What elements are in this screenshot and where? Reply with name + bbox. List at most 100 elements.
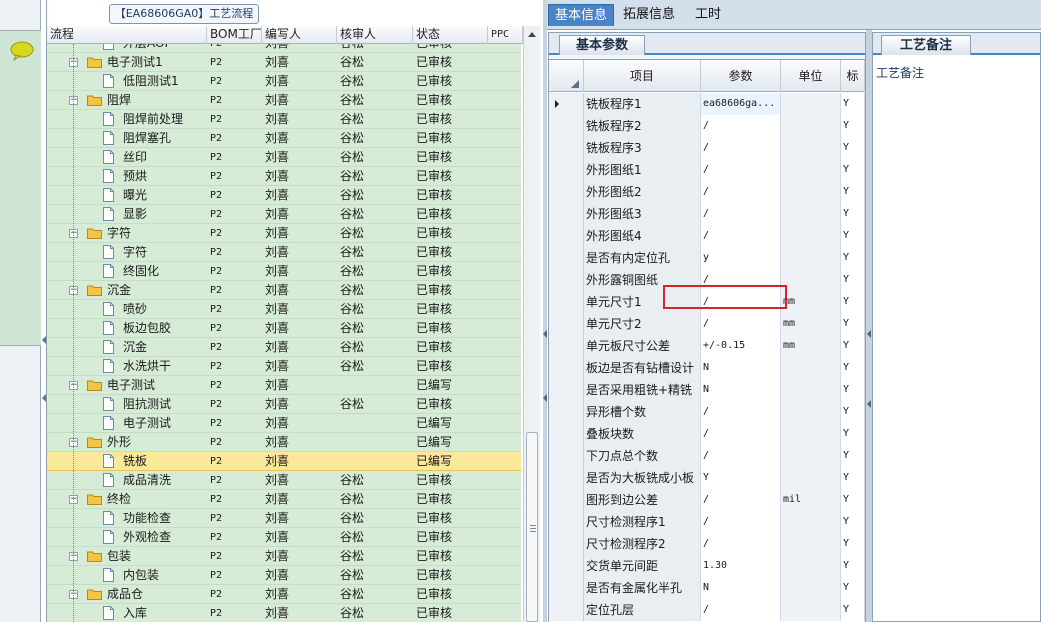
splitter-arrow-icon[interactable] [867,330,871,338]
param-row[interactable]: 铣板程序2/ Y [549,115,865,137]
tree-row[interactable]: 阻焊塞孔 P2 刘喜 谷松 已审核 [47,129,521,148]
splitter-arrow-icon[interactable] [543,394,547,402]
param-row[interactable]: 单元尺寸2/mm Y [549,313,865,335]
param-flag-cell[interactable]: Y [841,511,865,533]
param-row[interactable]: 图形到边公差 / mil Y [549,489,865,511]
col-header-bom[interactable]: BOM工厂 [207,26,262,44]
param-flag-cell[interactable]: Y [841,357,865,379]
param-row[interactable]: 是否为大板铣成小板 Y Y [549,467,865,489]
param-row[interactable]: 叠板块数 / Y [549,423,865,445]
col-header-process[interactable]: 流程 [47,26,207,44]
param-value-cell[interactable]: / [701,159,781,181]
param-flag-cell[interactable]: Y [841,225,865,247]
tree-row[interactable]: 内包装 P2 刘喜 谷松 已审核 [47,566,521,585]
param-row[interactable]: 板边是否有钻槽设计 N Y [549,357,865,379]
param-flag-cell[interactable]: Y [841,445,865,467]
param-value-cell[interactable]: Y [701,467,781,489]
tab-basic-params[interactable]: 基本参数 [559,35,645,55]
param-flag-cell[interactable]: Y [841,313,865,335]
param-value-cell[interactable]: 1.30 [701,555,781,577]
param-flag-cell[interactable]: Y [841,335,865,357]
scroll-up-icon[interactable] [528,32,536,37]
param-row[interactable]: 是否有金属化半孔 N Y [549,577,865,599]
param-unit-cell[interactable] [781,401,841,423]
row-indicator[interactable] [549,577,584,599]
param-row[interactable]: 尺寸检测程序2/ Y [549,533,865,555]
param-unit-cell[interactable] [781,115,841,137]
param-row[interactable]: 异形槽个数 / Y [549,401,865,423]
param-value-cell[interactable]: y [701,247,781,269]
row-indicator[interactable] [549,313,584,335]
row-indicator[interactable] [549,291,584,313]
param-row[interactable]: 交货单元间距 1.30 Y [549,555,865,577]
col-header-reviewer[interactable]: 核审人 [337,26,413,44]
scroll-thumb[interactable] [526,432,538,622]
param-row[interactable]: 铣板程序3/ Y [549,137,865,159]
row-indicator[interactable] [549,269,584,291]
tree-row[interactable]: 板边包胶 P2 刘喜 谷松 已审核 [47,319,521,338]
tree-row[interactable]: 入库 P2 刘喜 谷松 已审核 [47,604,521,622]
param-value-cell[interactable]: N [701,577,781,599]
row-indicator[interactable] [549,533,584,555]
param-flag-cell[interactable]: Y [841,423,865,445]
col-header-ppc[interactable]: PPC [488,26,523,44]
tab-work-hours[interactable]: 工时 [689,4,727,26]
row-indicator[interactable] [549,335,584,357]
row-indicator[interactable] [549,555,584,577]
param-flag-cell[interactable]: Y [841,599,865,621]
row-indicator[interactable] [549,379,584,401]
tree-row[interactable]: 外观检查 P2 刘喜 谷松 已审核 [47,528,521,547]
param-flag-cell[interactable]: Y [841,115,865,137]
param-row[interactable]: 下刀点总个数 / Y [549,445,865,467]
row-indicator[interactable] [549,401,584,423]
param-flag-cell[interactable]: Y [841,247,865,269]
param-flag-cell[interactable]: Y [841,577,865,599]
param-flag-cell[interactable]: Y [841,555,865,577]
row-indicator[interactable] [549,599,584,621]
param-row[interactable]: 外形图纸4/ Y [549,225,865,247]
param-flag-cell[interactable]: Y [841,181,865,203]
param-value-cell[interactable]: / [701,115,781,137]
param-flag-cell[interactable]: Y [841,401,865,423]
param-value-cell[interactable]: / [701,533,781,555]
param-unit-cell[interactable] [781,203,841,225]
col-header-flag[interactable]: 标 [841,60,865,92]
param-flag-cell[interactable]: Y [841,137,865,159]
param-row[interactable]: 外形图纸1/ Y [549,159,865,181]
tree-row[interactable]: 铣板 P2 刘喜 已编写 [47,452,521,471]
splitter-arrow-icon[interactable] [543,330,547,338]
tree-row[interactable]: 丝印 P2 刘喜 谷松 已审核 [47,148,521,167]
param-value-cell[interactable]: / [701,445,781,467]
param-unit-cell[interactable]: mm [781,313,841,335]
param-flag-cell[interactable]: Y [841,203,865,225]
tree-row[interactable]: 预烘 P2 刘喜 谷松 已审核 [47,167,521,186]
tree-group-row[interactable]: − 电子测试1 P2 刘喜 谷松 已审核 [47,53,521,72]
param-flag-cell[interactable]: Y [841,533,865,555]
tree-group-row[interactable]: − 终检 P2 刘喜 谷松 已审核 [47,490,521,509]
param-value-cell[interactable]: / [701,181,781,203]
row-indicator[interactable] [549,203,584,225]
param-unit-cell[interactable] [781,577,841,599]
param-unit-cell[interactable] [781,269,841,291]
col-header-param[interactable]: 参数 [701,60,781,92]
tree-row[interactable]: 低阻测试1 P2 刘喜 谷松 已审核 [47,72,521,91]
param-value-cell[interactable]: / [701,599,781,621]
tab-basic-info[interactable]: 基本信息 [548,4,615,26]
param-unit-cell[interactable]: mm [781,291,841,313]
param-value-cell[interactable]: / [701,313,781,335]
param-flag-cell[interactable]: Y [841,269,865,291]
param-unit-cell[interactable] [781,247,841,269]
param-unit-cell[interactable] [781,555,841,577]
row-indicator[interactable] [549,115,584,137]
param-value-cell[interactable]: / [701,489,781,511]
param-row[interactable]: 单元板尺寸公差 +/-0.15 mm Y [549,335,865,357]
tree-group-row[interactable]: − 阻焊 P2 刘喜 谷松 已审核 [47,91,521,110]
tree-row[interactable]: 沉金 P2 刘喜 谷松 已审核 [47,338,521,357]
tree-row[interactable]: 功能检查 P2 刘喜 谷松 已审核 [47,509,521,528]
param-flag-cell[interactable]: Y [841,291,865,313]
row-indicator[interactable] [549,357,584,379]
param-unit-cell[interactable] [781,181,841,203]
param-row[interactable]: 定位孔层 / Y [549,599,865,621]
param-unit-cell[interactable] [781,159,841,181]
param-value-cell[interactable]: / [701,401,781,423]
